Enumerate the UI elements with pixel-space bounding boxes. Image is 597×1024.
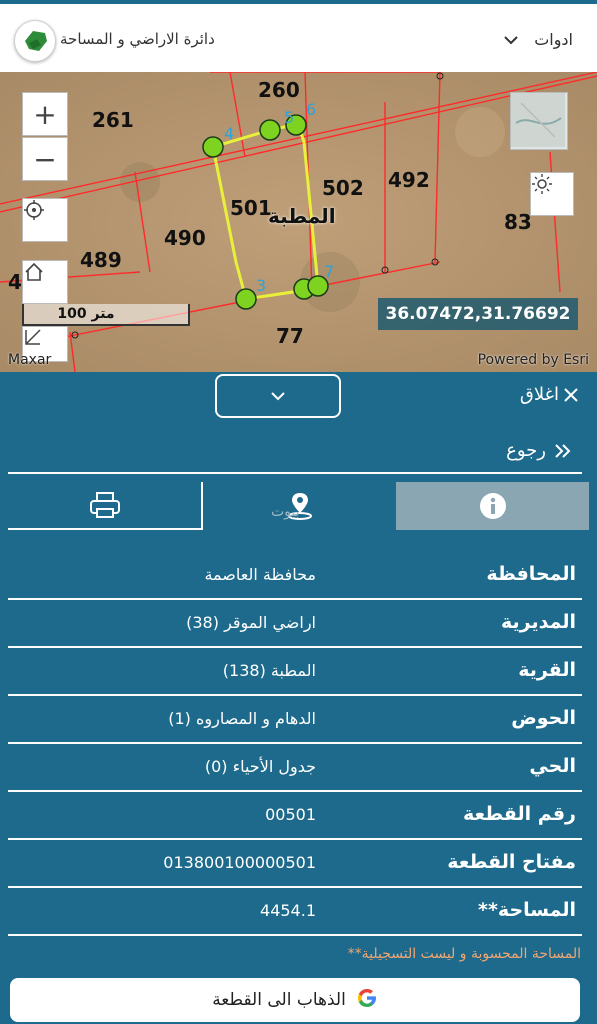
- detail-value: الدهام و المصاروه (1): [168, 709, 316, 728]
- top-bar: دائرة الاراضي و المساحة ادوات: [0, 0, 597, 72]
- chevron-down-icon: [504, 30, 518, 49]
- area-footnote: **المساحة المحسوبة و ليست التسجيلية: [347, 946, 581, 962]
- detail-row-directorate: المديرية اراضي الموقر (38): [8, 600, 582, 648]
- parcel-label: 261: [92, 108, 134, 132]
- detail-label: الحي: [529, 755, 576, 777]
- place-name-label: المطبة: [268, 204, 336, 228]
- detail-value: المطبة (138): [222, 661, 316, 680]
- brightness-button[interactable]: [530, 172, 574, 216]
- detail-value: 013800100000501: [163, 853, 316, 872]
- parcel-label: 501: [230, 196, 272, 220]
- tab-location[interactable]: بيوت: [201, 482, 396, 530]
- goto-label: الذهاب الى القطعة: [212, 990, 346, 1010]
- tools-label: ادوات: [534, 30, 573, 49]
- detail-label: المحافظة: [486, 563, 576, 585]
- crosshair-icon: [24, 200, 44, 220]
- zoom-out-button[interactable]: −: [22, 137, 68, 181]
- basemap-thumbnail-icon: [511, 93, 565, 147]
- detail-value: جدول الأحياء (0): [204, 757, 316, 776]
- parcel-label: 492: [388, 168, 430, 192]
- detail-value: محافظة العاصمة: [204, 565, 316, 584]
- vertex-label: 6: [306, 100, 317, 119]
- locate-button[interactable]: [22, 198, 68, 242]
- go-to-parcel-button[interactable]: الذهاب الى القطعة: [8, 976, 582, 1024]
- coordinates-readout: 36.07472,31.76692: [378, 298, 578, 330]
- close-icon: [564, 387, 578, 402]
- detail-row-neighborhood: الحي جدول الأحياء (0): [8, 744, 582, 792]
- detail-label: الحوض: [511, 707, 576, 729]
- detail-label: مفتاح القطعة: [447, 851, 576, 873]
- back-button[interactable]: رجوع: [506, 440, 572, 461]
- jordan-map-logo-icon[interactable]: [14, 20, 56, 62]
- double-chevron-right-icon: [555, 443, 571, 458]
- detail-label: رقم القطعة: [463, 803, 576, 825]
- google-logo-icon: [356, 987, 378, 1014]
- parcel-label: 83: [504, 210, 532, 234]
- detail-row-governorate: المحافظة محافظة العاصمة: [8, 552, 582, 600]
- panel-header: اغلاق: [0, 372, 597, 418]
- parcel-label: 260: [258, 78, 300, 102]
- detail-row-area: **المساحة 4454.1: [8, 888, 582, 936]
- detail-label: المديرية: [501, 611, 576, 633]
- home-button[interactable]: [22, 260, 68, 304]
- attribution-right[interactable]: Powered by Esri: [478, 352, 589, 372]
- detail-value: 4454.1: [260, 901, 316, 920]
- printer-icon: [89, 492, 120, 518]
- parcel-label: 502: [322, 176, 364, 200]
- detail-row-village: القرية المطبة (138): [8, 648, 582, 696]
- detail-tabs: بيوت: [8, 482, 589, 530]
- vertex-label: 4: [224, 124, 235, 143]
- parcel-details: المحافظة محافظة العاصمة المديرية اراضي ا…: [8, 552, 582, 936]
- ruler-icon: [25, 329, 41, 345]
- attribution-left: Maxar: [8, 352, 52, 368]
- close-panel-button[interactable]: اغلاق: [520, 384, 579, 405]
- sun-icon: [532, 174, 552, 194]
- brand-title: دائرة الاراضي و المساحة: [60, 30, 215, 48]
- chevron-down-icon: [271, 392, 285, 401]
- scale-bar: 100 متر: [22, 304, 190, 326]
- tab-info[interactable]: [396, 482, 589, 530]
- vertex-label: 3: [256, 276, 267, 295]
- detail-row-parcel-key: مفتاح القطعة 013800100000501: [8, 840, 582, 888]
- tools-menu[interactable]: ادوات: [504, 30, 573, 49]
- collapse-panel-button[interactable]: [215, 374, 341, 418]
- parcel-label: 490: [164, 226, 206, 250]
- detail-value: اراضي الموقر (38): [186, 613, 316, 632]
- basemap-toggle-button[interactable]: [510, 92, 568, 150]
- map-view[interactable]: + − 100 متر 36.07472,31.76692 260 261 50…: [0, 72, 597, 372]
- zoom-in-button[interactable]: +: [22, 92, 68, 136]
- tab-print[interactable]: [8, 482, 201, 530]
- detail-value: 00501: [265, 805, 316, 824]
- vertex-label: 5: [284, 108, 295, 127]
- close-label: اغلاق: [519, 384, 559, 405]
- parcel-label: 489: [80, 248, 122, 272]
- detail-row-parcel-number: رقم القطعة 00501: [8, 792, 582, 840]
- vertex-label: 7: [324, 262, 335, 281]
- parcel-label: 77: [276, 324, 304, 348]
- parcel-label: 4: [8, 270, 22, 294]
- back-label: رجوع: [506, 440, 546, 461]
- detail-label: **المساحة: [478, 899, 576, 921]
- tab-watermark: بيوت: [271, 504, 300, 520]
- back-row: رجوع: [8, 432, 582, 474]
- home-icon: [25, 262, 43, 281]
- detail-row-basin: الحوض الدهام و المصاروه (1): [8, 696, 582, 744]
- detail-label: القرية: [518, 659, 576, 681]
- info-icon: [479, 493, 506, 519]
